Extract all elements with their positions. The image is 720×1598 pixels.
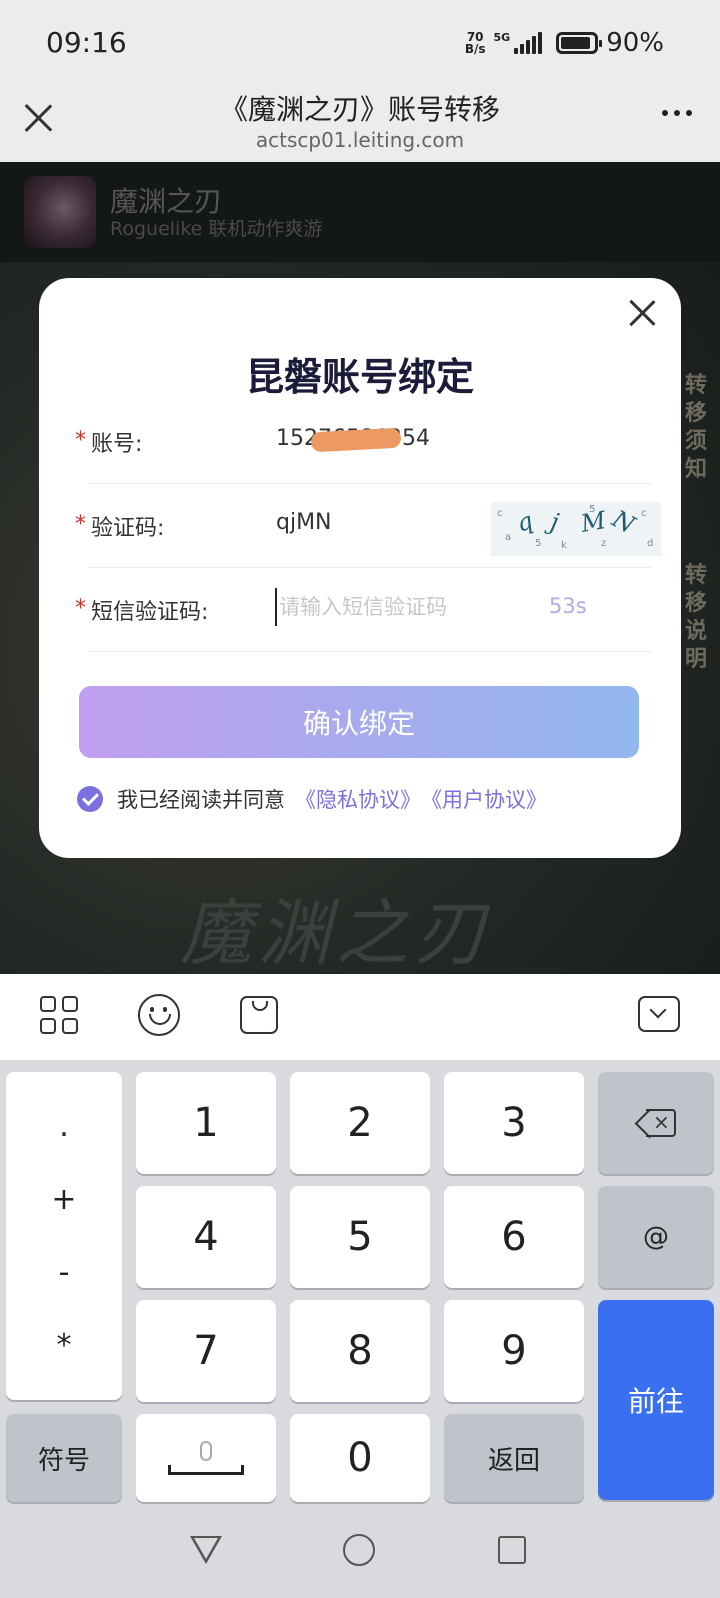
key-6[interactable]: 6: [444, 1186, 584, 1288]
required-mark: *: [75, 428, 86, 453]
captcha-row: * 验证码: qjMN q j M N c a 5 k 5 z c d: [75, 484, 665, 568]
account-label: 账号:: [91, 432, 143, 457]
sms-code-row: * 短信验证码: 53s: [75, 568, 665, 652]
modal-title: 昆磐账号绑定: [245, 355, 474, 399]
hide-keyboard-icon[interactable]: [638, 996, 680, 1032]
side-tab-transfer-notice[interactable]: 转移须知: [682, 372, 710, 484]
backspace-icon: ×: [636, 1109, 676, 1137]
browser-title-bar: 《魔渊之刃》账号转移 actscp01.leiting.com: [0, 84, 720, 162]
recents-square-icon[interactable]: [498, 1536, 526, 1564]
key-0[interactable]: 0: [290, 1414, 430, 1502]
modal-close-icon[interactable]: [625, 296, 659, 330]
captcha-char: j: [548, 507, 562, 537]
key-4[interactable]: 4: [136, 1186, 276, 1288]
symbols-key[interactable]: 符号: [6, 1414, 122, 1502]
agreement-row: 我已经阅读并同意 《隐私协议》 《用户协议》: [77, 784, 547, 814]
go-key[interactable]: 前往: [598, 1300, 714, 1500]
home-circle-icon[interactable]: [343, 1534, 375, 1566]
user-agreement-link[interactable]: 《用户协议》: [421, 784, 547, 814]
at-key[interactable]: @: [598, 1186, 714, 1288]
symbol-key-minus[interactable]: -: [59, 1255, 70, 1290]
key-9[interactable]: 9: [444, 1300, 584, 1402]
more-icon[interactable]: [662, 110, 692, 116]
account-row: * 账号: 15276586354: [75, 400, 665, 484]
back-triangle-icon[interactable]: [190, 1536, 222, 1564]
key-8[interactable]: 8: [290, 1300, 430, 1402]
captcha-char: q: [513, 506, 537, 538]
captcha-label: 验证码:: [91, 516, 165, 541]
key-5[interactable]: 5: [290, 1186, 430, 1288]
background-game-title: 魔渊之刃: [180, 891, 493, 974]
signal-icon: 5G: [494, 32, 543, 54]
key-1[interactable]: 1: [136, 1072, 276, 1174]
key-2[interactable]: 2: [290, 1072, 430, 1174]
system-nav-bar: [0, 1508, 720, 1598]
backspace-key[interactable]: ×: [598, 1072, 714, 1174]
key-7[interactable]: 7: [136, 1300, 276, 1402]
status-bar: 09:16 70 B/s 5G 90%: [0, 0, 720, 84]
confirm-bind-button[interactable]: 确认绑定: [79, 686, 639, 758]
battery-percent: 90%: [606, 28, 664, 58]
required-mark: *: [75, 596, 86, 621]
grid-icon[interactable]: [40, 996, 78, 1034]
symbol-key-dot[interactable]: .: [59, 1109, 69, 1144]
required-mark: *: [75, 512, 86, 537]
emoji-icon[interactable]: [138, 994, 180, 1036]
page-title: 《魔渊之刃》账号转移: [219, 93, 500, 126]
bind-account-modal: 昆磐账号绑定 * 账号: 15276586354 * 验证码: qjMN q j…: [39, 278, 681, 858]
space-key[interactable]: [136, 1414, 276, 1502]
shop-bag-icon[interactable]: [240, 996, 278, 1034]
symbol-key-plus[interactable]: +: [51, 1182, 76, 1217]
key-3[interactable]: 3: [444, 1072, 584, 1174]
net-speed: 70 B/s: [464, 30, 486, 56]
captcha-image[interactable]: q j M N c a 5 k 5 z c d: [491, 502, 661, 556]
captcha-char: N: [607, 504, 640, 540]
sms-code-input[interactable]: [275, 588, 545, 626]
agreement-text: 我已经阅读并同意: [117, 788, 285, 812]
space-icon: [168, 1465, 244, 1475]
status-time: 09:16: [46, 26, 127, 59]
keyboard-toolbar: [0, 974, 720, 1060]
sms-code-label: 短信验证码:: [91, 600, 209, 625]
battery-fill: [561, 37, 591, 49]
sms-countdown: 53s: [549, 594, 587, 618]
privacy-policy-link[interactable]: 《隐私协议》: [295, 784, 421, 814]
symbol-column-key[interactable]: . + - *: [6, 1072, 122, 1400]
checkbox-checked-icon[interactable]: [77, 786, 103, 812]
microphone-icon: [200, 1441, 212, 1461]
battery-icon: [556, 32, 603, 54]
side-tab-transfer-guide[interactable]: 转移说明: [682, 562, 710, 674]
status-indicators: 70 B/s 5G 90%: [465, 28, 664, 58]
game-logo: [24, 176, 96, 248]
return-key[interactable]: 返回: [444, 1414, 584, 1502]
game-subtitle: Roguelike 联机动作爽游: [110, 218, 323, 240]
captcha-input[interactable]: qjMN: [276, 510, 332, 535]
symbol-key-asterisk[interactable]: *: [57, 1328, 72, 1363]
page-url: actscp01.leiting.com: [255, 128, 465, 152]
game-header: 魔渊之刃 Roguelike 联机动作爽游: [0, 162, 720, 262]
